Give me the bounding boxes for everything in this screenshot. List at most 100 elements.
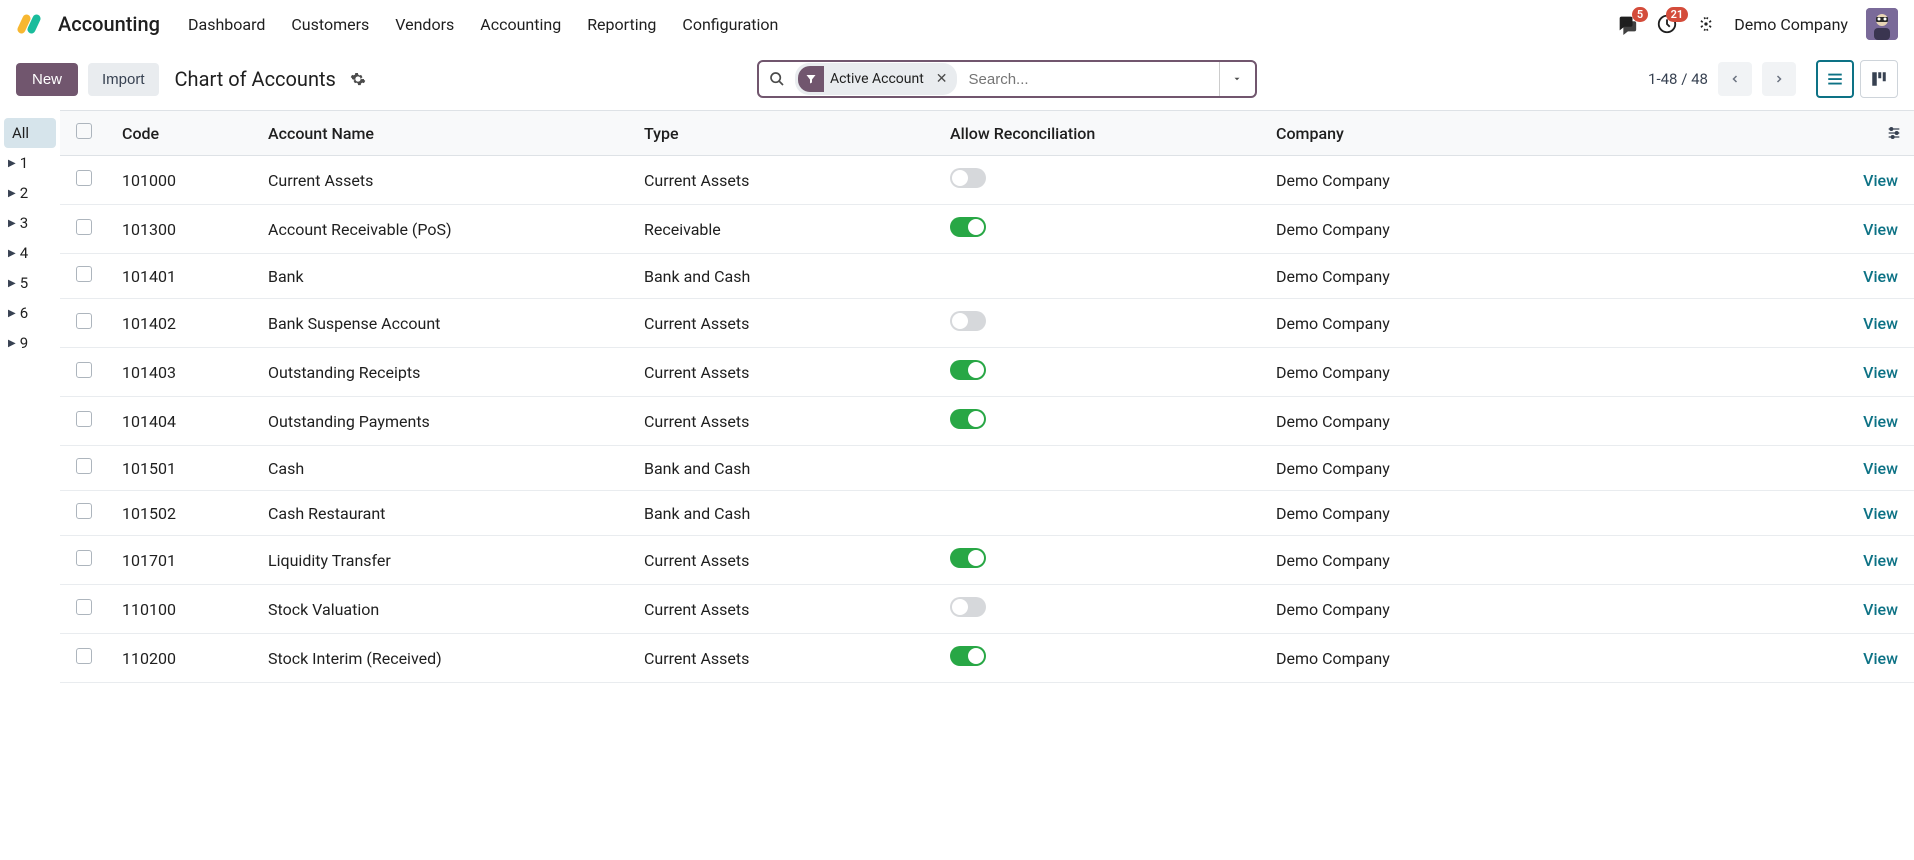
view-link[interactable]: View bbox=[1863, 412, 1898, 431]
view-link[interactable]: View bbox=[1863, 504, 1898, 523]
search-dropdown-icon[interactable] bbox=[1219, 62, 1255, 96]
messages-icon[interactable]: 5 bbox=[1616, 13, 1638, 35]
reconciliation-toggle[interactable] bbox=[950, 597, 986, 617]
table-row[interactable]: 101502Cash RestaurantBank and CashDemo C… bbox=[60, 491, 1914, 536]
sidebar-item-1[interactable]: ▶1 bbox=[0, 148, 60, 178]
nav-configuration[interactable]: Configuration bbox=[682, 15, 778, 34]
column-settings-icon[interactable] bbox=[1886, 125, 1902, 141]
reconciliation-toggle[interactable] bbox=[950, 409, 986, 429]
col-header-recon[interactable]: Allow Reconciliation bbox=[950, 124, 1260, 143]
view-link[interactable]: View bbox=[1863, 314, 1898, 333]
sidebar-item-6[interactable]: ▶6 bbox=[0, 298, 60, 328]
cell-code: 101401 bbox=[122, 267, 252, 286]
view-link[interactable]: View bbox=[1863, 600, 1898, 619]
sidebar-item-2[interactable]: ▶2 bbox=[0, 178, 60, 208]
remove-filter-icon[interactable]: ✕ bbox=[930, 71, 954, 87]
cell-company: Demo Company bbox=[1276, 314, 1822, 333]
pager-text[interactable]: 1-48 / 48 bbox=[1648, 70, 1708, 88]
app-name[interactable]: Accounting bbox=[58, 12, 160, 36]
cell-recon bbox=[950, 409, 1260, 433]
filter-icon bbox=[798, 66, 824, 92]
sidebar-item-9[interactable]: ▶9 bbox=[0, 328, 60, 358]
nav-accounting[interactable]: Accounting bbox=[480, 15, 561, 34]
cell-code: 101403 bbox=[122, 363, 252, 382]
sidebar-item-4[interactable]: ▶4 bbox=[0, 238, 60, 268]
table-row[interactable]: 110200Stock Interim (Received)Current As… bbox=[60, 634, 1914, 683]
debug-icon[interactable] bbox=[1696, 14, 1716, 34]
sidebar-item-3[interactable]: ▶3 bbox=[0, 208, 60, 238]
cell-type: Current Assets bbox=[644, 649, 934, 668]
reconciliation-toggle[interactable] bbox=[950, 360, 986, 380]
row-checkbox[interactable] bbox=[76, 411, 92, 427]
sidebar-item-5[interactable]: ▶5 bbox=[0, 268, 60, 298]
app-logo-icon bbox=[16, 10, 44, 38]
col-header-company[interactable]: Company bbox=[1276, 124, 1822, 143]
table-row[interactable]: 101404Outstanding PaymentsCurrent Assets… bbox=[60, 397, 1914, 446]
cell-recon bbox=[950, 597, 1260, 621]
table: Code Account Name Type Allow Reconciliat… bbox=[60, 110, 1914, 683]
reconciliation-toggle[interactable] bbox=[950, 311, 986, 331]
view-link[interactable]: View bbox=[1863, 459, 1898, 478]
cell-company: Demo Company bbox=[1276, 363, 1822, 382]
col-header-name[interactable]: Account Name bbox=[268, 124, 628, 143]
row-checkbox[interactable] bbox=[76, 550, 92, 566]
row-checkbox[interactable] bbox=[76, 599, 92, 615]
cell-type: Current Assets bbox=[644, 314, 934, 333]
row-checkbox[interactable] bbox=[76, 219, 92, 235]
kanban-view-button[interactable] bbox=[1860, 60, 1898, 98]
reconciliation-toggle[interactable] bbox=[950, 646, 986, 666]
view-link[interactable]: View bbox=[1863, 220, 1898, 239]
view-link[interactable]: View bbox=[1863, 171, 1898, 190]
search-box: Active Account ✕ bbox=[757, 60, 1257, 98]
table-row[interactable]: 101000Current AssetsCurrent AssetsDemo C… bbox=[60, 156, 1914, 205]
cell-name: Bank Suspense Account bbox=[268, 314, 628, 333]
row-checkbox[interactable] bbox=[76, 503, 92, 519]
table-row[interactable]: 101403Outstanding ReceiptsCurrent Assets… bbox=[60, 348, 1914, 397]
row-checkbox[interactable] bbox=[76, 266, 92, 282]
main-area: All ▶1▶2▶3▶4▶5▶6▶9 Code Account Name Typ… bbox=[0, 110, 1914, 683]
page-title: Chart of Accounts bbox=[175, 67, 336, 91]
nav-dashboard[interactable]: Dashboard bbox=[188, 15, 265, 34]
cell-type: Bank and Cash bbox=[644, 504, 934, 523]
row-checkbox[interactable] bbox=[76, 362, 92, 378]
activities-icon[interactable]: 21 bbox=[1656, 13, 1678, 35]
caret-right-icon: ▶ bbox=[8, 188, 16, 199]
pager-next-button[interactable] bbox=[1762, 62, 1796, 96]
pager-prev-button[interactable] bbox=[1718, 62, 1752, 96]
gear-icon[interactable] bbox=[350, 71, 366, 87]
new-button[interactable]: New bbox=[16, 63, 78, 96]
import-button[interactable]: Import bbox=[88, 63, 159, 96]
reconciliation-toggle[interactable] bbox=[950, 217, 986, 237]
row-checkbox[interactable] bbox=[76, 170, 92, 186]
table-row[interactable]: 101402Bank Suspense AccountCurrent Asset… bbox=[60, 299, 1914, 348]
view-link[interactable]: View bbox=[1863, 363, 1898, 382]
view-link[interactable]: View bbox=[1863, 551, 1898, 570]
cell-name: Account Receivable (PoS) bbox=[268, 220, 628, 239]
sidebar-item-all[interactable]: All bbox=[4, 118, 56, 148]
company-name[interactable]: Demo Company bbox=[1734, 15, 1848, 34]
row-checkbox[interactable] bbox=[76, 648, 92, 664]
reconciliation-toggle[interactable] bbox=[950, 548, 986, 568]
cell-code: 101000 bbox=[122, 171, 252, 190]
nav-customers[interactable]: Customers bbox=[291, 15, 369, 34]
user-avatar[interactable] bbox=[1866, 8, 1898, 40]
table-row[interactable]: 101501CashBank and CashDemo CompanyView bbox=[60, 446, 1914, 491]
nav-vendors[interactable]: Vendors bbox=[395, 15, 454, 34]
search-input[interactable] bbox=[963, 71, 1219, 88]
table-row[interactable]: 110100Stock ValuationCurrent AssetsDemo … bbox=[60, 585, 1914, 634]
table-row[interactable]: 101701Liquidity TransferCurrent AssetsDe… bbox=[60, 536, 1914, 585]
row-checkbox[interactable] bbox=[76, 313, 92, 329]
cell-name: Outstanding Payments bbox=[268, 412, 628, 431]
search-icon[interactable] bbox=[759, 71, 795, 87]
nav-reporting[interactable]: Reporting bbox=[587, 15, 656, 34]
list-view-button[interactable] bbox=[1816, 60, 1854, 98]
view-link[interactable]: View bbox=[1863, 649, 1898, 668]
select-all-checkbox[interactable] bbox=[76, 123, 92, 139]
col-header-code[interactable]: Code bbox=[122, 124, 252, 143]
table-row[interactable]: 101401BankBank and CashDemo CompanyView bbox=[60, 254, 1914, 299]
view-link[interactable]: View bbox=[1863, 267, 1898, 286]
row-checkbox[interactable] bbox=[76, 458, 92, 474]
table-row[interactable]: 101300Account Receivable (PoS)Receivable… bbox=[60, 205, 1914, 254]
reconciliation-toggle[interactable] bbox=[950, 168, 986, 188]
col-header-type[interactable]: Type bbox=[644, 124, 934, 143]
